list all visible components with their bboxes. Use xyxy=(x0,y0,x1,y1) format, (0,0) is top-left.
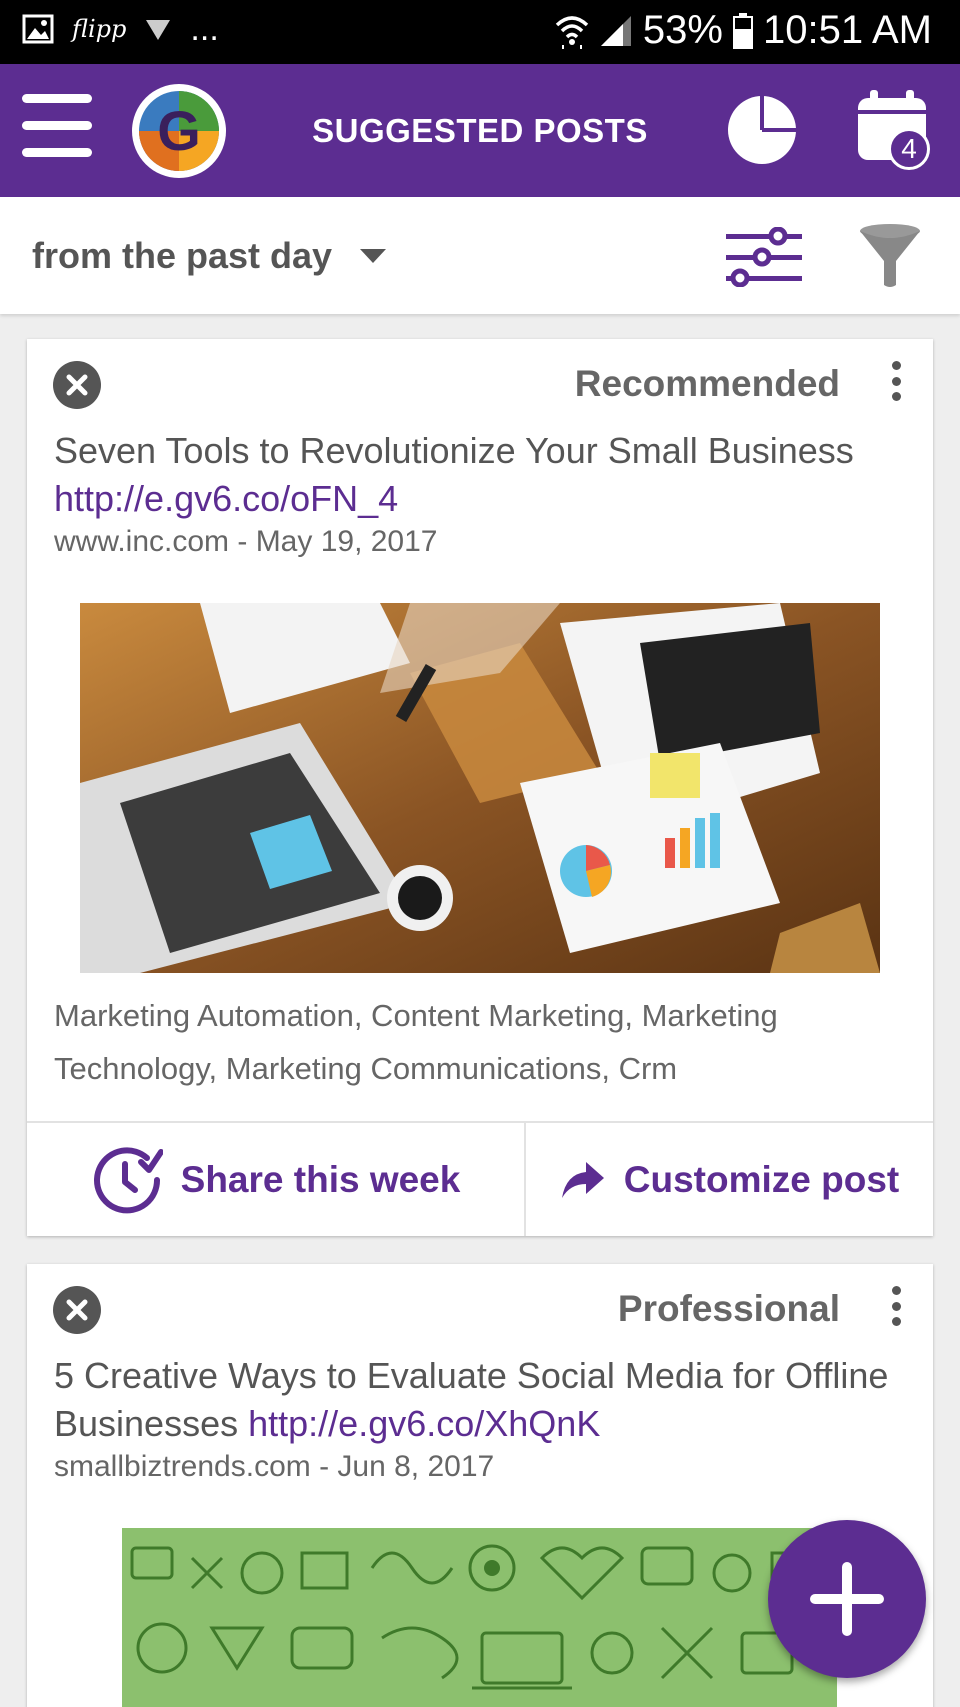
settings-button[interactable] xyxy=(726,226,802,288)
logo-graphic: G xyxy=(139,91,219,171)
app-bar: G SUGGESTED POSTS 4 xyxy=(0,64,960,197)
time-range-label: from the past day xyxy=(32,235,333,276)
more-notifications: ... xyxy=(190,10,219,48)
clock-check-icon xyxy=(93,1146,163,1213)
wifi-icon xyxy=(555,15,589,49)
gallery-icon xyxy=(22,14,54,44)
scheduled-count-badge: 4 xyxy=(888,128,930,170)
post-link[interactable]: http://e.gv6.co/XhQnK xyxy=(248,1403,600,1444)
status-bar-left: flipp ... xyxy=(22,10,219,48)
post-headline: Seven Tools to Revolutionize Your Small … xyxy=(54,427,914,523)
desk-photo xyxy=(80,603,880,973)
more-vert-icon[interactable] xyxy=(889,1286,903,1326)
menu-icon xyxy=(22,94,92,157)
funnel-icon xyxy=(860,224,920,287)
post-link[interactable]: http://e.gv6.co/oFN_4 xyxy=(54,478,398,519)
post-actions: Share this week Customize post xyxy=(27,1121,933,1236)
battery-percent: 53% xyxy=(642,8,723,52)
post-category: Professional xyxy=(617,1288,840,1329)
customize-post-label: Customize post xyxy=(623,1158,900,1200)
chevron-down-icon xyxy=(360,249,387,263)
pie-chart-icon xyxy=(728,96,796,164)
post-headline: 5 Creative Ways to Evaluate Social Media… xyxy=(54,1352,914,1448)
download-icon xyxy=(146,20,171,40)
share-this-week-label: Share this week xyxy=(180,1158,461,1200)
post-card: Recommended Seven Tools to Revolutionize… xyxy=(27,339,933,1236)
post-image[interactable] xyxy=(122,1528,837,1707)
signal-icon xyxy=(600,15,631,46)
share-arrow-icon xyxy=(561,1161,604,1198)
plus-icon xyxy=(810,1562,884,1636)
flipp-notification-label: flipp xyxy=(72,15,127,43)
page-title: SUGGESTED POSTS xyxy=(312,112,648,149)
post-tags: Marketing Automation, Content Marketing,… xyxy=(54,998,778,1086)
clock: 10:51 AM xyxy=(762,8,932,52)
status-bar: flipp ... 53% 10:51 AM xyxy=(0,0,960,64)
calendar-button[interactable]: 4 xyxy=(856,88,932,174)
more-vert-icon[interactable] xyxy=(889,361,903,401)
close-icon xyxy=(66,1299,88,1321)
battery-icon xyxy=(732,12,753,49)
stats-button[interactable] xyxy=(726,94,798,166)
post-image[interactable] xyxy=(80,603,880,973)
status-bar-right: 53% 10:51 AM xyxy=(555,8,932,53)
post-source: www.inc.com - May 19, 2017 xyxy=(54,525,438,558)
close-icon xyxy=(66,374,88,396)
post-source: smallbiztrends.com - Jun 8, 2017 xyxy=(54,1450,495,1483)
sliders-icon xyxy=(726,226,802,288)
menu-button[interactable] xyxy=(22,94,92,164)
filter-bar: from the past day xyxy=(0,197,960,314)
customize-post-button[interactable]: Customize post xyxy=(526,1123,933,1236)
social-doodle-photo xyxy=(122,1528,837,1707)
svg-text:G: G xyxy=(157,99,201,162)
time-range-dropdown[interactable]: from the past day xyxy=(32,235,387,277)
post-category: Recommended xyxy=(574,363,840,404)
app-logo[interactable]: G xyxy=(132,84,226,178)
post-title: Seven Tools to Revolutionize Your Small … xyxy=(54,430,854,471)
add-post-button[interactable] xyxy=(768,1520,926,1678)
dismiss-button[interactable] xyxy=(53,1286,101,1334)
share-this-week-button[interactable]: Share this week xyxy=(27,1123,526,1236)
dismiss-button[interactable] xyxy=(53,361,101,409)
filter-button[interactable] xyxy=(858,223,922,289)
